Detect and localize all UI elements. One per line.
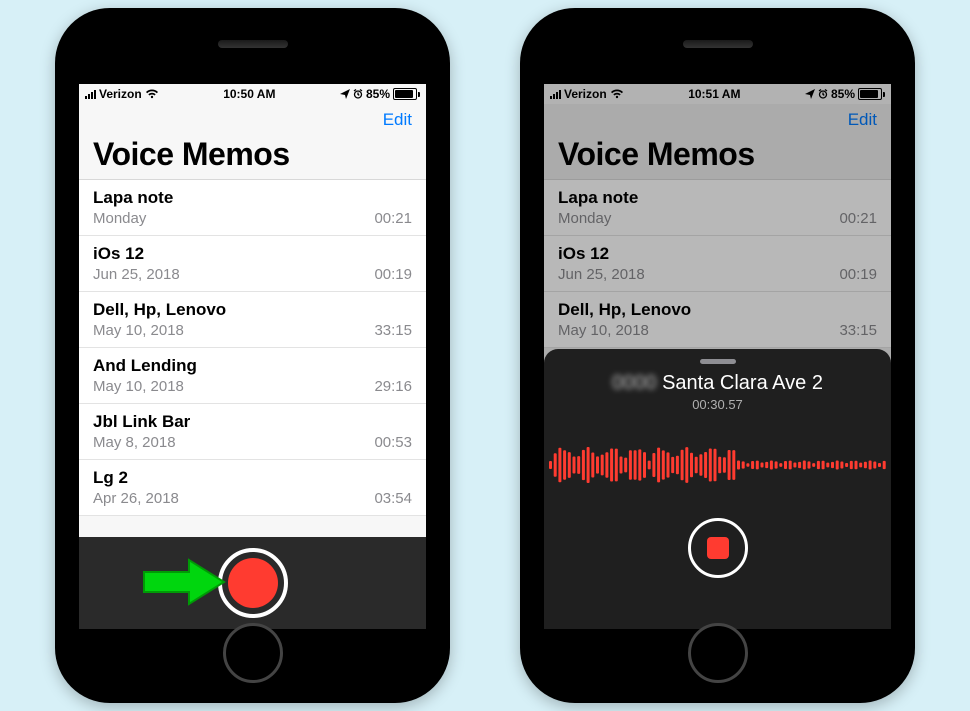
alarm-icon — [353, 89, 363, 99]
signal-bars-icon — [85, 89, 96, 99]
memo-duration: 33:15 — [374, 322, 412, 339]
memo-date: Apr 26, 2018 — [93, 490, 179, 507]
phone-body: Verizon 10:50 AM 85% Edit Voice Memos La… — [61, 14, 444, 697]
memo-date: Monday — [93, 210, 146, 227]
memo-title: Lg 2 — [93, 468, 412, 488]
home-button[interactable] — [688, 623, 748, 683]
memo-title: Dell, Hp, Lenovo — [93, 300, 412, 320]
screen-right: Verizon 10:51 AM 85% Edit Voice Memos La… — [544, 84, 891, 629]
home-button[interactable] — [223, 623, 283, 683]
memo-date: Jun 25, 2018 — [93, 266, 180, 283]
recording-sheet[interactable]: 0000 Santa Clara Ave 2 00:30.57 — [544, 349, 891, 629]
earpiece-speaker — [218, 40, 288, 48]
list-item[interactable]: Lapa note Monday 00:21 — [79, 180, 426, 236]
carrier-label: Verizon — [99, 87, 142, 101]
memo-title: Jbl Link Bar — [93, 412, 412, 432]
nav-bar: Edit — [79, 104, 426, 136]
memo-duration: 00:19 — [374, 266, 412, 283]
phone-left: Verizon 10:50 AM 85% Edit Voice Memos La… — [55, 8, 450, 703]
memo-duration: 00:21 — [374, 210, 412, 227]
memo-date: May 10, 2018 — [93, 378, 184, 395]
phone-body: Verizon 10:51 AM 85% Edit Voice Memos La… — [526, 14, 909, 697]
list-item[interactable]: And Lending May 10, 2018 29:16 — [79, 348, 426, 404]
earpiece-speaker — [683, 40, 753, 48]
memo-duration: 03:54 — [374, 490, 412, 507]
list-item[interactable]: Dell, Hp, Lenovo May 10, 2018 33:15 — [79, 292, 426, 348]
list-item[interactable]: Jbl Link Bar May 8, 2018 00:53 — [79, 404, 426, 460]
page-title: Voice Memos — [79, 136, 426, 179]
recording-name: 0000 Santa Clara Ave 2 — [612, 372, 823, 395]
record-button[interactable] — [218, 548, 288, 618]
memo-title: And Lending — [93, 356, 412, 376]
memo-title: iOs 12 — [93, 244, 412, 264]
memo-duration: 00:53 — [374, 434, 412, 451]
sheet-grabber[interactable] — [700, 359, 736, 364]
waveform-icon — [544, 430, 891, 500]
record-icon — [228, 558, 278, 608]
memo-title: Lapa note — [93, 188, 412, 208]
clock-label: 10:50 AM — [159, 87, 340, 101]
list-item[interactable]: iOs 12 Jun 25, 2018 00:19 — [79, 236, 426, 292]
wifi-icon — [145, 89, 159, 99]
stop-icon — [707, 537, 729, 559]
recording-elapsed: 00:30.57 — [692, 397, 743, 412]
memo-date: May 8, 2018 — [93, 434, 176, 451]
edit-button[interactable]: Edit — [383, 110, 412, 130]
memo-date: May 10, 2018 — [93, 322, 184, 339]
stop-button[interactable] — [688, 518, 748, 578]
phone-right: Verizon 10:51 AM 85% Edit Voice Memos La… — [520, 8, 915, 703]
memo-duration: 29:16 — [374, 378, 412, 395]
screen-left: Verizon 10:50 AM 85% Edit Voice Memos La… — [79, 84, 426, 629]
battery-pct-label: 85% — [366, 87, 390, 101]
location-icon — [340, 89, 350, 99]
status-bar: Verizon 10:50 AM 85% — [79, 84, 426, 104]
memo-list[interactable]: Lapa note Monday 00:21 iOs 12 Jun 25, 201… — [79, 179, 426, 516]
battery-icon — [393, 88, 420, 100]
list-item[interactable]: Lg 2 Apr 26, 2018 03:54 — [79, 460, 426, 516]
record-toolbar — [79, 537, 426, 629]
